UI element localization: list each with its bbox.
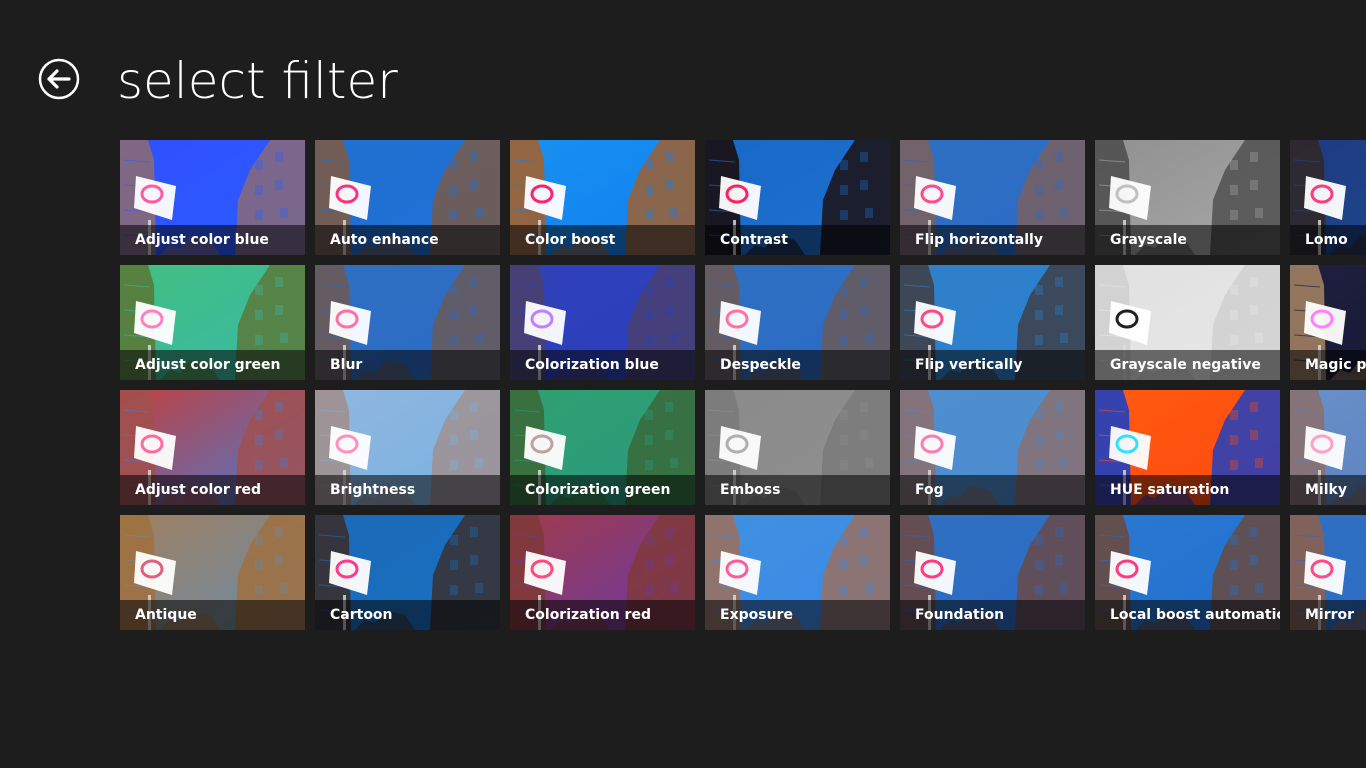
filter-tile[interactable]: Color boost <box>510 140 695 255</box>
filter-tile[interactable]: Foundation <box>900 515 1085 630</box>
filter-tile[interactable]: Brightness <box>315 390 500 505</box>
filter-label: Cartoon <box>330 607 393 623</box>
filter-label: Emboss <box>720 482 781 498</box>
filter-tile[interactable]: Fog <box>900 390 1085 505</box>
filter-tile[interactable]: Mirror <box>1290 515 1366 630</box>
filter-label: Despeckle <box>720 357 801 373</box>
filter-label: Lomo <box>1305 232 1348 248</box>
filter-tile[interactable]: Adjust color red <box>120 390 305 505</box>
filter-label: Blur <box>330 357 363 373</box>
filter-label: Foundation <box>915 607 1005 623</box>
filter-label: Grayscale <box>1110 232 1187 248</box>
filter-label: Brightness <box>330 482 416 498</box>
filter-tile[interactable]: Antique <box>120 515 305 630</box>
filter-tile[interactable]: Milky <box>1290 390 1366 505</box>
filter-label: Adjust color green <box>135 357 281 373</box>
filter-tile[interactable]: Magic pen <box>1290 265 1366 380</box>
filter-tile[interactable]: Despeckle <box>705 265 890 380</box>
filter-label: Grayscale negative <box>1110 357 1261 373</box>
back-button[interactable] <box>38 58 80 100</box>
filter-label: Adjust color blue <box>135 232 269 248</box>
filter-label: Adjust color red <box>135 482 262 498</box>
filter-tile[interactable]: Contrast <box>705 140 890 255</box>
filter-label: Auto enhance <box>330 232 439 248</box>
filter-tile[interactable]: Flip horizontally <box>900 140 1085 255</box>
filter-label: Magic pen <box>1305 357 1366 373</box>
filter-label: Antique <box>135 607 197 623</box>
filter-label: Colorization red <box>525 607 651 623</box>
filter-label: Color boost <box>525 232 616 248</box>
filter-label: Mirror <box>1305 607 1355 623</box>
filter-tile[interactable]: Grayscale <box>1095 140 1280 255</box>
back-arrow-icon <box>38 58 80 100</box>
filter-tile[interactable]: Adjust color green <box>120 265 305 380</box>
filter-label: Milky <box>1305 482 1347 498</box>
filter-tile[interactable]: Colorization green <box>510 390 695 505</box>
filter-tile[interactable]: Adjust color blue <box>120 140 305 255</box>
page-title: select filter <box>117 52 398 110</box>
filter-tile[interactable]: Colorization blue <box>510 265 695 380</box>
filter-tile[interactable]: Colorization red <box>510 515 695 630</box>
filter-grid: Adjust color blue Adjust color green Adjus… <box>120 140 1366 635</box>
filter-label: Flip vertically <box>915 357 1023 373</box>
filter-tile[interactable]: Cartoon <box>315 515 500 630</box>
filter-tile[interactable]: Lomo <box>1290 140 1366 255</box>
filter-tile[interactable]: Blur <box>315 265 500 380</box>
filter-label: Colorization blue <box>525 357 659 373</box>
filter-tile[interactable]: Grayscale negative <box>1095 265 1280 380</box>
filter-tile[interactable]: Auto enhance <box>315 140 500 255</box>
filter-label: Flip horizontally <box>915 232 1043 248</box>
filter-page: select filter Adjust color blue Adjust co… <box>0 0 1366 768</box>
filter-label: Exposure <box>720 607 793 623</box>
filter-tile[interactable]: Local boost automatic <box>1095 515 1280 630</box>
filter-label: Colorization green <box>525 482 671 498</box>
filter-tile[interactable]: HUE saturation <box>1095 390 1280 505</box>
filter-label: Local boost automatic <box>1110 607 1280 623</box>
filter-tile[interactable]: Flip vertically <box>900 265 1085 380</box>
filter-label: Contrast <box>720 232 788 248</box>
filter-tile[interactable]: Exposure <box>705 515 890 630</box>
filter-label: HUE saturation <box>1110 482 1230 498</box>
filter-tile[interactable]: Emboss <box>705 390 890 505</box>
filter-label: Fog <box>915 482 944 498</box>
